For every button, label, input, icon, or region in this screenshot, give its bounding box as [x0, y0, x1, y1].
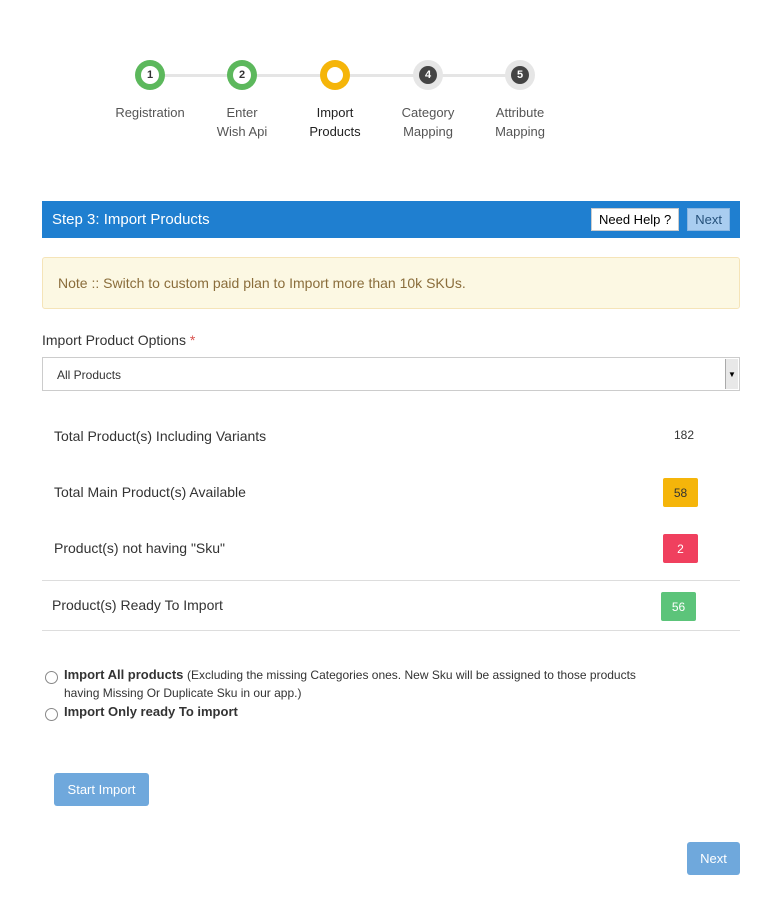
step-circle: 2 — [227, 60, 257, 90]
radio-title: Import Only ready To import — [64, 704, 238, 719]
stat-not-having-sku: Product(s) not having "Sku" 2 — [42, 528, 740, 568]
required-mark: * — [189, 332, 196, 348]
need-help-button[interactable]: Need Help ? — [590, 208, 680, 231]
step-label: Category Mapping — [401, 105, 455, 139]
step-label: Registration — [115, 105, 185, 120]
radio-title: Import All products — [64, 667, 184, 682]
plan-note: Note :: Switch to custom paid plan to Im… — [42, 257, 740, 309]
step-import-products[interactable]: Import Products — [285, 60, 385, 141]
step-attribute-mapping[interactable]: 5 Attribute Mapping — [470, 60, 570, 141]
stat-total-including-variants: Total Product(s) Including Variants 182 — [54, 428, 694, 444]
radio-import-all[interactable]: Import All products (Excluding the missi… — [45, 666, 644, 702]
stat-ready-to-import: Product(s) Ready To Import 56 — [42, 585, 740, 625]
divider — [42, 580, 740, 581]
step-label: Import Products — [309, 105, 361, 139]
count-badge: 58 — [663, 478, 698, 507]
selected-option: All Products — [57, 368, 122, 382]
stat-value: 182 — [673, 428, 694, 442]
step-registration[interactable]: 1 Registration — [100, 60, 200, 122]
step-category-mapping[interactable]: 4 Category Mapping — [378, 60, 478, 141]
step-enter-wish-api[interactable]: 2 Enter Wish Api — [192, 60, 292, 141]
radio-button[interactable] — [45, 671, 58, 684]
progress-stepper: 1 Registration 2 Enter Wish Api Import P… — [100, 60, 560, 150]
step-circle: 5 — [505, 60, 535, 90]
step-circle: 1 — [135, 60, 165, 90]
panel-title: Step 3: Import Products — [52, 211, 210, 228]
next-button[interactable]: Next — [687, 842, 740, 875]
step-circle: 4 — [413, 60, 443, 90]
count-badge: 56 — [661, 592, 696, 621]
import-options-label: Import Product Options * — [42, 332, 196, 348]
start-import-button[interactable]: Start Import — [54, 773, 149, 806]
header-next-button[interactable]: Next — [687, 208, 730, 231]
import-options-select[interactable]: All Products ▼ — [42, 357, 740, 391]
step-label: Enter Wish Api — [216, 105, 268, 139]
radio-button[interactable] — [45, 708, 58, 721]
panel-header: Step 3: Import Products Need Help ? Next — [42, 201, 740, 238]
step-circle — [320, 60, 350, 90]
stat-total-main: Total Main Product(s) Available 58 — [42, 472, 740, 512]
divider — [42, 630, 740, 631]
step-label: Attribute Mapping — [495, 105, 545, 139]
count-badge: 2 — [663, 534, 698, 563]
dropdown-arrow-icon[interactable]: ▼ — [725, 359, 738, 389]
radio-import-ready[interactable]: Import Only ready To import — [45, 703, 644, 721]
